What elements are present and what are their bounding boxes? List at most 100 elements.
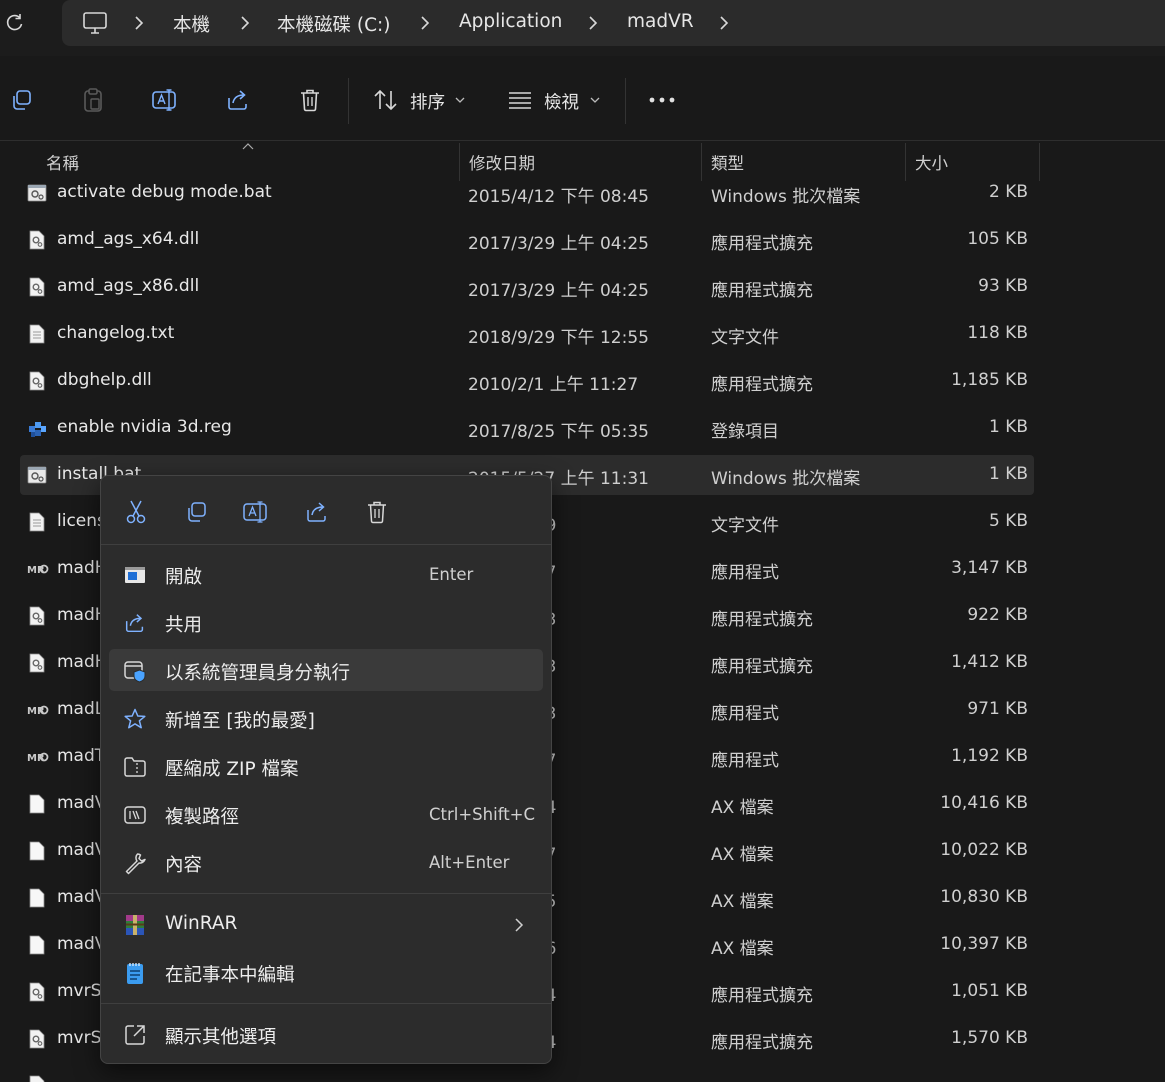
file-type: 應用程式 (711, 704, 779, 724)
copy-button[interactable] (182, 498, 210, 526)
column-header-date[interactable]: 修改日期 (469, 150, 535, 174)
file-row[interactable]: dbghelp.dll 2010/2/1 上午 11:27 應用程式擴充 1,185 … (20, 361, 1034, 401)
dll-file-icon (27, 606, 47, 626)
breadcrumb-item-madvr[interactable]: madVR (627, 11, 694, 32)
menu-item-shortcut: Ctrl+Shift+C (429, 805, 536, 824)
file-date-modified: 2010/2/1 上午 11:27 (468, 375, 639, 395)
file-name: madV (57, 887, 107, 907)
rename-button[interactable] (242, 498, 270, 526)
menu-separator (101, 1003, 551, 1004)
file-row[interactable]: activate debug mode.bat 2015/4/12 下午 08:4… (20, 173, 1034, 213)
file-name: amd_ags_x64.dll (57, 229, 200, 249)
delete-button[interactable] (296, 86, 324, 114)
menu-item-winrar[interactable]: WinRAR (109, 903, 543, 945)
file-size: 1,185 KB (951, 370, 1028, 390)
file-date-modified: 2017/3/29 上午 04:25 (468, 281, 649, 301)
file-row[interactable]: amd_ags_x86.dll 2017/3/29 上午 04:25 應用程式擴充 9… (20, 267, 1034, 307)
file-row[interactable]: amd_ags_x64.dll 2017/3/29 上午 04:25 應用程式擴充 1… (20, 220, 1034, 260)
more-options-button[interactable] (648, 86, 676, 114)
text-file-icon (27, 512, 47, 532)
wrench-icon (125, 853, 146, 875)
file-name: madV (57, 793, 107, 813)
column-header-type[interactable]: 類型 (711, 150, 744, 174)
file-type: 應用程式擴充 (711, 234, 813, 254)
file-name: licens (57, 511, 106, 531)
breadcrumb[interactable]: 本機 本機磁碟 (C:) Application madVR (62, 0, 1165, 46)
file-size: 10,022 KB (940, 840, 1028, 860)
ax-file-icon (27, 841, 47, 861)
toolbar-divider (348, 78, 349, 124)
sort-button[interactable]: 排序 (370, 84, 470, 116)
copy-path-icon (124, 806, 146, 824)
scissors-icon (126, 500, 146, 524)
dll-file-icon (27, 371, 47, 391)
file-row[interactable]: enable nvidia 3d.reg 2017/8/25 下午 05:35 登錄… (20, 408, 1034, 448)
ellipsis-icon (649, 97, 675, 103)
copy-button[interactable] (7, 86, 35, 114)
file-date-modified: 2015/4/12 下午 08:45 (468, 187, 649, 207)
menu-item-label: 共用 (165, 615, 203, 636)
file-name: dbghelp.dll (57, 370, 152, 390)
partial-row (20, 1070, 1034, 1082)
rename-button[interactable] (151, 86, 179, 114)
file-size: 10,397 KB (940, 934, 1028, 954)
chevron-right-icon[interactable] (132, 14, 146, 32)
column-header-size[interactable]: 大小 (915, 150, 948, 174)
madvr-app-icon: MR (27, 559, 49, 579)
menu-item-label: 以系統管理員身分執行 (165, 663, 351, 684)
file-row[interactable]: changelog.txt 2018/9/29 下午 12:55 文字文件 118 K… (20, 314, 1034, 354)
delete-button[interactable] (363, 498, 391, 526)
column-divider[interactable] (1039, 143, 1040, 181)
menu-item-shortcut: Alt+Enter (429, 853, 510, 872)
menu-item-label: 開啟 (165, 567, 203, 588)
file-size: 10,416 KB (940, 793, 1028, 813)
trash-icon (368, 501, 386, 524)
menu-item-compress-zip[interactable]: 壓縮成 ZIP 檔案 (109, 745, 543, 787)
chevron-right-icon[interactable] (238, 14, 252, 32)
file-size: 1,570 KB (951, 1028, 1028, 1048)
menu-item-label: 新增至 [我的最愛] (165, 711, 315, 732)
refresh-button[interactable] (2, 10, 28, 36)
column-header-name[interactable]: 名稱 (46, 150, 79, 174)
file-type: AX 檔案 (711, 845, 774, 865)
paste-button[interactable] (79, 86, 107, 114)
file-type: AX 檔案 (711, 892, 774, 912)
menu-item-edit-in-notepad[interactable]: 在記事本中編輯 (109, 951, 543, 993)
toolbar-divider (625, 78, 626, 124)
file-name: activate debug mode.bat (57, 182, 272, 202)
this-pc-icon[interactable] (82, 11, 108, 35)
menu-item-add-to-favorites[interactable]: 新增至 [我的最愛] (109, 697, 543, 739)
chevron-right-icon[interactable] (717, 14, 731, 32)
breadcrumb-item-application[interactable]: Application (459, 11, 562, 32)
file-type: 應用程式 (711, 563, 779, 583)
file-size: 3,147 KB (951, 558, 1028, 578)
chevron-right-icon[interactable] (418, 14, 432, 32)
menu-item-show-more-options[interactable]: 顯示其他選項 (109, 1013, 543, 1055)
file-date-modified: 2017/3/29 上午 04:25 (468, 234, 649, 254)
menu-item-copy-path[interactable]: 複製路徑 Ctrl+Shift+C (109, 793, 543, 835)
menu-item-label: WinRAR (165, 913, 238, 934)
chevron-right-icon[interactable] (586, 14, 600, 32)
share-button[interactable] (303, 498, 331, 526)
menu-item-properties[interactable]: 內容 Alt+Enter (109, 841, 543, 883)
file-type: 應用程式擴充 (711, 375, 813, 395)
file-date-modified: 2017/8/25 下午 05:35 (468, 422, 649, 442)
file-size: 1,412 KB (951, 652, 1028, 672)
view-button[interactable]: 檢視 (505, 84, 605, 116)
open-app-icon (125, 567, 145, 583)
file-type: 應用程式擴充 (711, 657, 813, 677)
menu-item-open[interactable]: 開啟 Enter (109, 553, 543, 595)
breadcrumb-item-local-disk[interactable]: 本機磁碟 (C:) (277, 11, 390, 37)
file-date-modified: 2018/9/29 下午 12:55 (468, 328, 649, 348)
menu-item-share[interactable]: 共用 (109, 601, 543, 643)
menu-item-label: 壓縮成 ZIP 檔案 (165, 759, 299, 780)
breadcrumb-item-this-pc[interactable]: 本機 (173, 11, 210, 37)
share-button[interactable] (224, 86, 252, 114)
text-file-icon (29, 1075, 45, 1082)
dll-file-icon (27, 230, 47, 250)
menu-item-label: 內容 (165, 855, 203, 876)
cut-button[interactable] (122, 498, 150, 526)
file-type: AX 檔案 (711, 798, 774, 818)
file-size: 971 KB (967, 699, 1028, 719)
menu-item-run-as-admin[interactable]: 以系統管理員身分執行 (109, 649, 543, 691)
